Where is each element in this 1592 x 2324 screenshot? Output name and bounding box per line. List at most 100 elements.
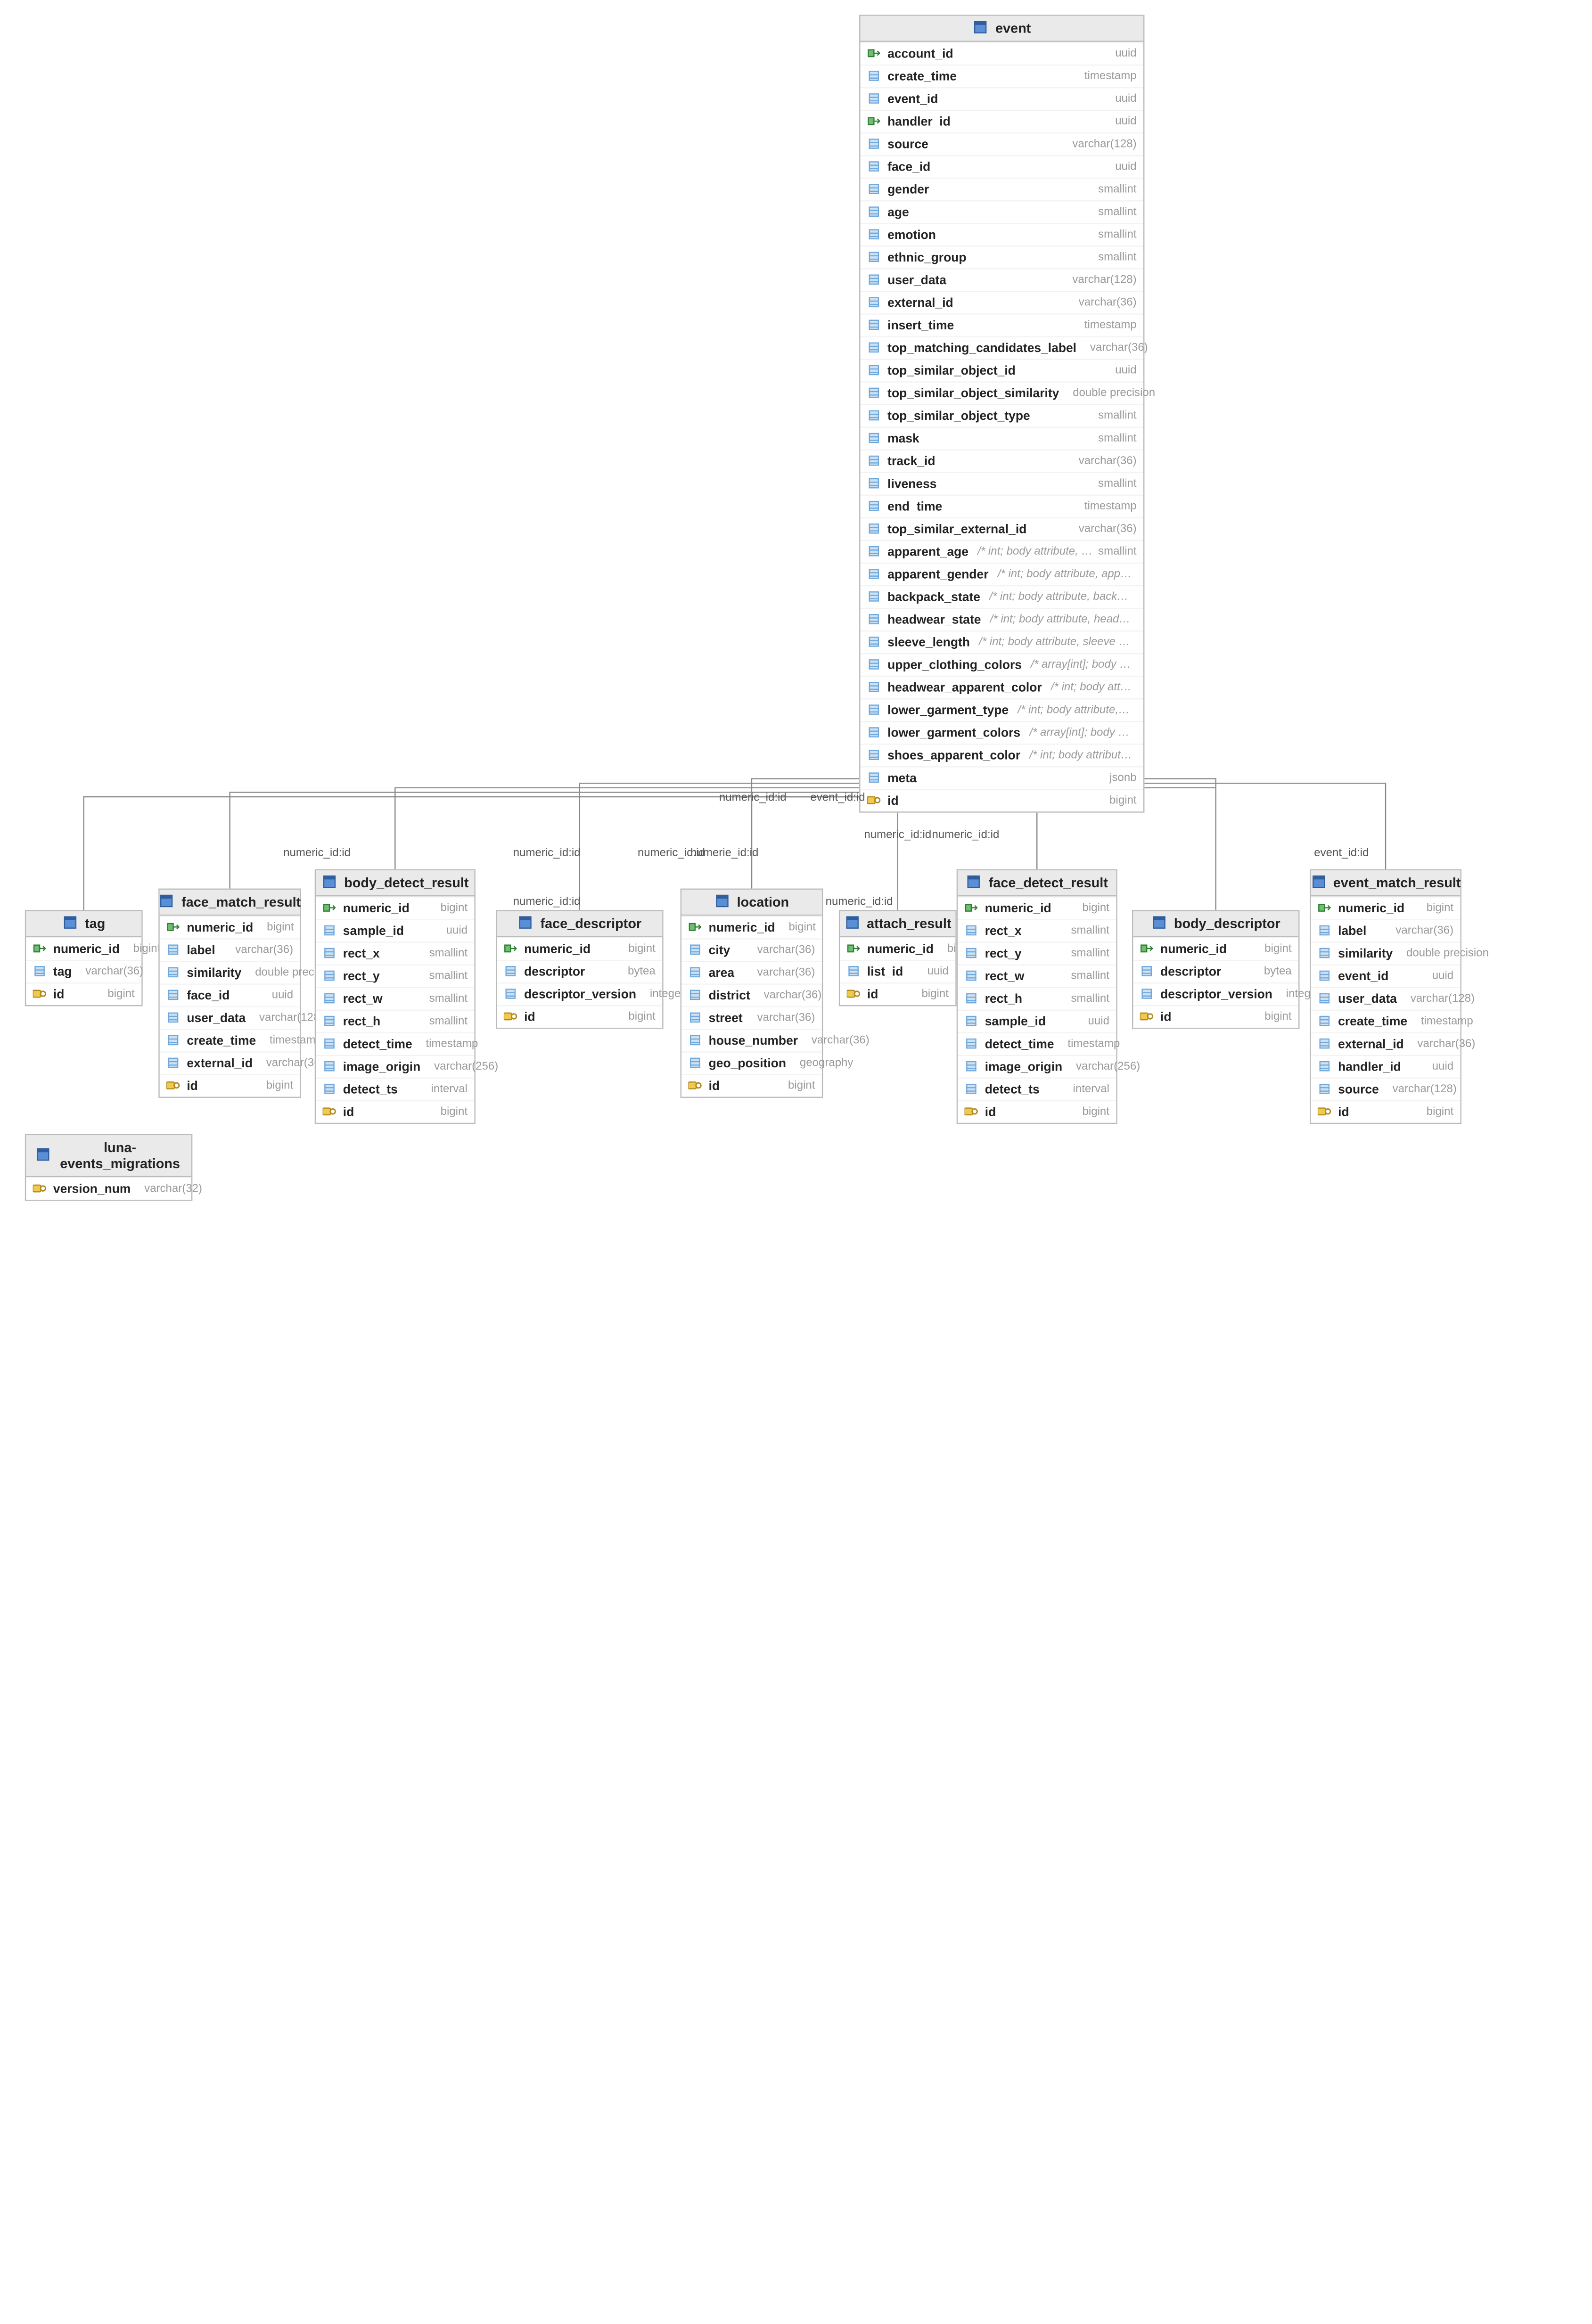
db-column[interactable]: areavarchar(36) bbox=[681, 961, 822, 983]
db-column[interactable]: apparent_age/* int; body attribute, appa… bbox=[861, 540, 1144, 563]
db-column[interactable]: top_similar_external_idvarchar(36) bbox=[861, 517, 1144, 540]
db-table-face_match_result[interactable]: face_match_resultnumeric_idbigintlabelva… bbox=[158, 889, 301, 1098]
db-column[interactable]: labelvarchar(36) bbox=[1311, 919, 1461, 941]
db-column[interactable]: external_idvarchar(36) bbox=[1311, 1032, 1461, 1055]
db-column[interactable]: list_iduuid bbox=[840, 960, 955, 982]
db-column[interactable]: version_numvarchar(32) bbox=[26, 1177, 191, 1200]
db-column[interactable]: idbigint bbox=[316, 1100, 474, 1123]
db-column[interactable]: sample_iduuid bbox=[316, 919, 474, 941]
db-column[interactable]: idbigint bbox=[681, 1074, 822, 1097]
db-column[interactable]: livenesssmallint bbox=[861, 472, 1144, 495]
db-column[interactable]: insert_timetimestamp bbox=[861, 313, 1144, 336]
db-column[interactable]: end_timetimestamp bbox=[861, 495, 1144, 517]
db-column[interactable]: geo_positiongeography bbox=[681, 1051, 822, 1074]
db-column[interactable]: sample_iduuid bbox=[958, 1010, 1116, 1032]
db-column[interactable]: similaritydouble precision bbox=[160, 961, 300, 983]
db-column[interactable]: rect_wsmallint bbox=[316, 987, 474, 1010]
db-column[interactable]: masksmallint bbox=[861, 427, 1144, 450]
db-column[interactable]: rect_hsmallint bbox=[316, 1010, 474, 1032]
db-column[interactable]: handler_iduuid bbox=[861, 110, 1144, 132]
db-column[interactable]: apparent_gender/* int; body attribute, a… bbox=[861, 563, 1144, 585]
db-table-location[interactable]: locationnumeric_idbigintcityvarchar(36)a… bbox=[681, 889, 823, 1098]
db-column[interactable]: detect_timetimestamp bbox=[958, 1032, 1116, 1055]
db-column[interactable]: labelvarchar(36) bbox=[160, 938, 300, 961]
db-column[interactable]: create_timetimestamp bbox=[1311, 1010, 1461, 1032]
db-column[interactable]: top_matching_candidates_labelvarchar(36) bbox=[861, 336, 1144, 359]
db-table-luna_events_migrations[interactable]: luna-events_migrationsversion_numvarchar… bbox=[25, 1134, 192, 1201]
db-column[interactable]: descriptorbytea bbox=[1133, 960, 1298, 982]
db-column[interactable]: metajsonb bbox=[861, 766, 1144, 789]
db-column[interactable]: idbigint bbox=[26, 982, 141, 1005]
db-column[interactable]: shoes_apparent_color/* int; body attribu… bbox=[861, 744, 1144, 766]
db-column[interactable]: idbigint bbox=[958, 1100, 1116, 1123]
db-column[interactable]: descriptor_versioninteger bbox=[1133, 982, 1298, 1005]
db-column[interactable]: lower_garment_type/* int; body attribute… bbox=[861, 698, 1144, 721]
db-column[interactable]: face_iduuid bbox=[861, 155, 1144, 178]
db-table-tag[interactable]: tagnumeric_idbiginttagvarchar(36)idbigin… bbox=[25, 910, 143, 1006]
db-column[interactable]: rect_ysmallint bbox=[958, 941, 1116, 964]
db-column[interactable]: rect_xsmallint bbox=[316, 941, 474, 964]
db-column[interactable]: user_datavarchar(128) bbox=[861, 268, 1144, 291]
db-column[interactable]: sleeve_length/* int; body attribute, sle… bbox=[861, 630, 1144, 653]
db-column[interactable]: image_originvarchar(256) bbox=[316, 1055, 474, 1078]
db-column[interactable]: detect_timetimestamp bbox=[316, 1032, 474, 1055]
db-column[interactable]: numeric_idbigint bbox=[958, 896, 1116, 919]
db-column[interactable]: numeric_idbigint bbox=[316, 896, 474, 919]
db-table-event_match_result[interactable]: event_match_resultnumeric_idbigintlabelv… bbox=[1310, 869, 1461, 1124]
db-table-body_detect_result[interactable]: body_detect_resultnumeric_idbigintsample… bbox=[315, 869, 476, 1124]
db-column[interactable]: ethnic_groupsmallint bbox=[861, 245, 1144, 268]
db-column[interactable]: idbigint bbox=[861, 789, 1144, 811]
db-column[interactable]: numeric_idbigint bbox=[840, 937, 955, 960]
db-column[interactable]: rect_xsmallint bbox=[958, 919, 1116, 941]
db-column[interactable]: numeric_idbigint bbox=[1133, 937, 1298, 960]
db-table-face_detect_result[interactable]: face_detect_resultnumeric_idbigintrect_x… bbox=[957, 869, 1117, 1124]
db-table-face_descriptor[interactable]: face_descriptornumeric_idbigintdescripto… bbox=[496, 910, 663, 1029]
db-column[interactable]: numeric_idbigint bbox=[497, 937, 662, 960]
db-table-event[interactable]: eventaccount_iduuidcreate_timetimestampe… bbox=[859, 15, 1144, 812]
db-column[interactable]: create_timetimestamp bbox=[861, 65, 1144, 87]
db-column[interactable]: detect_tsinterval bbox=[316, 1078, 474, 1100]
db-column[interactable]: lower_garment_colors/* array[int]; body … bbox=[861, 721, 1144, 744]
db-column[interactable]: upper_clothing_colors/* array[int]; body… bbox=[861, 653, 1144, 676]
db-column[interactable]: user_datavarchar(128) bbox=[1311, 987, 1461, 1010]
db-column[interactable]: idbigint bbox=[840, 982, 955, 1005]
db-column[interactable]: districtvarchar(36) bbox=[681, 983, 822, 1006]
db-column[interactable]: sourcevarchar(128) bbox=[861, 132, 1144, 155]
db-column[interactable]: create_timetimestamp bbox=[160, 1029, 300, 1051]
db-column[interactable]: event_iduuid bbox=[1311, 965, 1461, 987]
db-column[interactable]: image_originvarchar(256) bbox=[958, 1055, 1116, 1078]
db-column[interactable]: house_numbervarchar(36) bbox=[681, 1029, 822, 1051]
db-column[interactable]: idbigint bbox=[1133, 1005, 1298, 1028]
db-column[interactable]: event_iduuid bbox=[861, 87, 1144, 110]
db-column[interactable]: emotionsmallint bbox=[861, 223, 1144, 245]
db-column[interactable]: external_idvarchar(36) bbox=[160, 1051, 300, 1074]
db-column[interactable]: face_iduuid bbox=[160, 983, 300, 1006]
db-column[interactable]: numeric_idbigint bbox=[681, 916, 822, 938]
db-column[interactable]: account_iduuid bbox=[861, 42, 1144, 65]
db-column[interactable]: descriptorbytea bbox=[497, 960, 662, 982]
db-table-body_descriptor[interactable]: body_descriptornumeric_idbigintdescripto… bbox=[1132, 910, 1299, 1029]
db-column[interactable]: numeric_idbigint bbox=[26, 937, 141, 960]
db-column[interactable]: top_similar_object_iduuid bbox=[861, 359, 1144, 381]
db-column[interactable]: idbigint bbox=[497, 1005, 662, 1028]
db-column[interactable]: rect_hsmallint bbox=[958, 987, 1116, 1010]
db-column[interactable]: numeric_idbigint bbox=[160, 916, 300, 938]
db-column[interactable]: external_idvarchar(36) bbox=[861, 291, 1144, 313]
db-column[interactable]: user_datavarchar(128) bbox=[160, 1006, 300, 1029]
db-column[interactable]: agesmallint bbox=[861, 200, 1144, 223]
db-column[interactable]: tagvarchar(36) bbox=[26, 960, 141, 982]
db-column[interactable]: gendersmallint bbox=[861, 178, 1144, 200]
db-column[interactable]: numeric_idbigint bbox=[1311, 896, 1461, 919]
db-column[interactable]: top_similar_object_similaritydouble prec… bbox=[861, 381, 1144, 404]
db-column[interactable]: headwear_state/* int; body attribute, he… bbox=[861, 608, 1144, 630]
db-column[interactable]: descriptor_versioninteger bbox=[497, 982, 662, 1005]
db-column[interactable]: sourcevarchar(128) bbox=[1311, 1078, 1461, 1100]
db-column[interactable]: similaritydouble precision bbox=[1311, 941, 1461, 964]
db-column[interactable]: headwear_apparent_color/* int; body attr… bbox=[861, 676, 1144, 698]
db-column[interactable]: idbigint bbox=[1311, 1100, 1461, 1123]
db-column[interactable]: detect_tsinterval bbox=[958, 1078, 1116, 1100]
db-column[interactable]: cityvarchar(36) bbox=[681, 938, 822, 961]
db-column[interactable]: streetvarchar(36) bbox=[681, 1006, 822, 1029]
db-column[interactable]: rect_ysmallint bbox=[316, 965, 474, 987]
db-column[interactable]: rect_wsmallint bbox=[958, 965, 1116, 987]
